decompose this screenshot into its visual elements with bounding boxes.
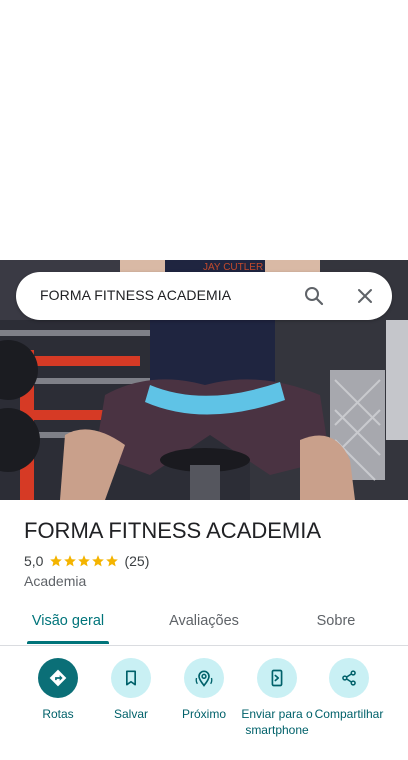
place-category: Academia	[24, 573, 87, 589]
save-button[interactable]: Salvar	[94, 658, 168, 722]
bookmark-icon	[126, 670, 136, 686]
review-count[interactable]: (25)	[124, 553, 149, 569]
tab-about[interactable]: Sobre	[296, 600, 376, 644]
search-box[interactable]: FORMA FITNESS ACADEMIA	[16, 272, 392, 320]
save-label: Salvar	[113, 707, 148, 721]
tab-bar: Visão geral Avaliações Sobre	[0, 600, 408, 646]
search-query-text[interactable]: FORMA FITNESS ACADEMIA	[40, 287, 231, 303]
share-icon	[342, 670, 356, 686]
directions-label: Rotas	[42, 707, 74, 721]
nearby-button[interactable]: Próximo	[167, 658, 241, 722]
search-icon[interactable]	[302, 284, 326, 308]
nearby-icon	[195, 670, 213, 687]
tab-overview[interactable]: Visão geral	[18, 600, 118, 644]
star-icon	[92, 555, 105, 567]
star-icon	[64, 555, 77, 567]
share-button[interactable]: Compartilhar	[312, 658, 386, 722]
directions-button[interactable]: Rotas	[21, 658, 95, 722]
send-to-phone-button[interactable]: Enviar para o smartphone	[240, 658, 314, 738]
rating-row[interactable]: 5,0 (25)	[24, 552, 149, 570]
rating-value: 5,0	[24, 553, 44, 569]
directions-icon	[49, 669, 67, 687]
send-to-phone-icon	[271, 669, 283, 687]
star-icon	[50, 555, 63, 567]
star-icon	[78, 555, 91, 567]
star-icon	[106, 555, 119, 567]
tab-reviews[interactable]: Avaliações	[154, 600, 254, 644]
send-to-phone-label: Enviar para o smartphone	[241, 707, 313, 737]
active-tab-indicator	[27, 641, 109, 644]
action-buttons: Rotas Salvar Próximo Enviar para o smart…	[0, 658, 408, 758]
place-title: FORMA FITNESS ACADEMIA	[24, 518, 322, 543]
share-label: Compartilhar	[314, 707, 384, 721]
close-icon[interactable]	[353, 284, 377, 308]
nearby-label: Próximo	[181, 707, 226, 721]
rating-stars	[49, 554, 119, 568]
